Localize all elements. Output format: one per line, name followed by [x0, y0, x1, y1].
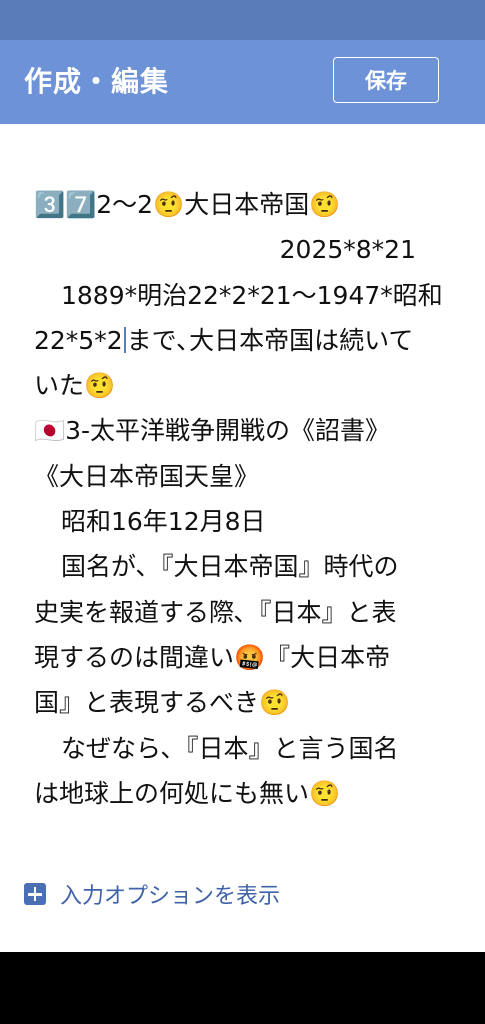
- text-editor[interactable]: 3️⃣7️⃣2〜2🤨大日本帝国🤨 2025*8*21 1889*明治22*2*2…: [34, 182, 454, 816]
- editor-line: 22*5*2 まで､大日本帝国は続いて: [34, 318, 454, 363]
- text-caret: [123, 326, 126, 353]
- status-bar: [0, 0, 485, 40]
- show-input-options-link[interactable]: 入力オプションを表示: [24, 876, 280, 912]
- plus-icon: [24, 883, 46, 905]
- editor-line: 史実を報道する際､『日本』と表: [34, 597, 397, 627]
- editor-line: 2025*8*21: [279, 235, 416, 265]
- editor-line: なぜなら､『日本』と言う国名: [61, 733, 399, 763]
- navigation-bar: [0, 952, 485, 1024]
- editor-line-segment: まで､大日本帝国は続いて: [126, 325, 414, 355]
- show-input-options-label: 入力オプションを表示: [60, 884, 281, 909]
- save-button[interactable]: 保存: [333, 57, 439, 103]
- editor-line: 現するのは間違い🤬『大日本帝: [34, 642, 391, 672]
- editor-line: 《大日本帝国天皇》: [34, 461, 260, 491]
- app-bar: 作成・編集 保存: [0, 40, 485, 124]
- editor-line: いた🤨: [34, 371, 116, 401]
- page-title: 作成・編集: [24, 65, 170, 98]
- content-area: 3️⃣7️⃣2〜2🤨大日本帝国🤨 2025*8*21 1889*明治22*2*2…: [0, 124, 485, 952]
- editor-line: は地球上の何処にも無い🤨: [34, 778, 341, 808]
- editor-line: 国』と表現するべき🤨: [34, 688, 291, 718]
- editor-line: 昭和16年12月8日: [61, 507, 266, 537]
- editor-line: 国名が､『大日本帝国』時代の: [61, 552, 399, 582]
- editor-line: 🇯🇵3-太平洋戦争開戦の《詔書》: [34, 416, 391, 446]
- editor-line: 3️⃣7️⃣2〜2🤨大日本帝国🤨: [34, 190, 341, 219]
- editor-line: 1889*明治22*2*21〜1947*昭和: [61, 280, 443, 310]
- editor-line-segment: 22*5*2: [34, 325, 123, 355]
